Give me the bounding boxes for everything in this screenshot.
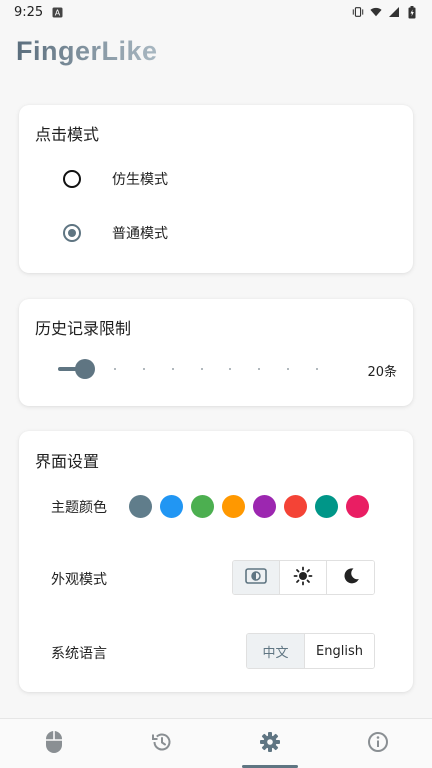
info-icon bbox=[367, 731, 389, 757]
nav-item-history[interactable] bbox=[108, 719, 216, 768]
language-option-english[interactable]: English bbox=[305, 634, 374, 668]
slider-tick bbox=[143, 368, 145, 370]
slider-tick bbox=[229, 368, 231, 370]
app-title: FingerLike bbox=[16, 36, 158, 66]
history-limit-title: 历史记录限制 bbox=[35, 319, 132, 338]
nav-item-settings[interactable] bbox=[216, 719, 324, 768]
ui-settings-title: 界面设置 bbox=[35, 452, 100, 471]
radio-label-bionic: 仿生模式 bbox=[112, 172, 168, 188]
theme-color-swatches bbox=[129, 495, 369, 518]
slider-tick bbox=[258, 368, 260, 370]
battery-icon bbox=[406, 5, 418, 18]
click-mode-title: 点击模式 bbox=[35, 125, 100, 144]
radio-label-normal: 普通模式 bbox=[112, 226, 168, 242]
theme-color-swatch[interactable] bbox=[160, 495, 183, 518]
ui-settings-card: 界面设置 主题颜色 外观模式 系统语言 中文 English bbox=[19, 431, 413, 692]
theme-color-swatch[interactable] bbox=[346, 495, 369, 518]
signal-icon bbox=[388, 6, 400, 18]
status-right bbox=[352, 5, 418, 18]
notification-a-icon: A bbox=[51, 6, 63, 18]
history-limit-value: 20条 bbox=[367, 365, 397, 380]
radio-option-normal[interactable]: 普通模式 bbox=[19, 213, 413, 253]
theme-color-swatch[interactable] bbox=[284, 495, 307, 518]
wifi-icon bbox=[370, 6, 382, 18]
status-bar: 9:25 A bbox=[0, 0, 432, 24]
language-toggle: 中文 English bbox=[246, 633, 375, 669]
status-left: 9:25 A bbox=[14, 5, 63, 20]
vibrate-icon bbox=[352, 6, 364, 18]
slider-tick bbox=[172, 368, 174, 370]
auto-theme-icon bbox=[245, 567, 267, 588]
settings-icon bbox=[259, 731, 281, 757]
appearance-mode-label: 外观模式 bbox=[51, 572, 107, 588]
history-icon bbox=[151, 731, 173, 757]
radio-option-bionic[interactable]: 仿生模式 bbox=[19, 159, 413, 199]
slider-tick bbox=[316, 368, 318, 370]
history-limit-card: 历史记录限制 20条 bbox=[19, 299, 413, 406]
slider-tick bbox=[114, 368, 116, 370]
theme-color-swatch[interactable] bbox=[191, 495, 214, 518]
appearance-mode-toggle bbox=[232, 560, 375, 595]
theme-color-label: 主题颜色 bbox=[51, 500, 107, 516]
radio-button[interactable] bbox=[63, 224, 81, 242]
light-mode-icon bbox=[293, 566, 313, 590]
light-mode-button[interactable] bbox=[280, 561, 327, 594]
mouse-icon bbox=[45, 730, 63, 758]
dark-mode-icon bbox=[341, 566, 361, 590]
theme-color-swatch[interactable] bbox=[222, 495, 245, 518]
history-limit-slider[interactable] bbox=[58, 359, 328, 379]
theme-color-swatch[interactable] bbox=[253, 495, 276, 518]
svg-text:A: A bbox=[54, 8, 60, 17]
theme-color-swatch[interactable] bbox=[129, 495, 152, 518]
bottom-navigation bbox=[0, 718, 432, 768]
slider-thumb[interactable] bbox=[75, 359, 95, 379]
slider-tick bbox=[201, 368, 203, 370]
click-mode-card: 点击模式 仿生模式 普通模式 bbox=[19, 105, 413, 273]
auto-theme-button[interactable] bbox=[233, 561, 280, 594]
nav-item-click[interactable] bbox=[0, 719, 108, 768]
status-time: 9:25 bbox=[14, 4, 44, 20]
system-language-label: 系统语言 bbox=[51, 646, 107, 662]
dark-mode-button[interactable] bbox=[327, 561, 374, 594]
slider-tick bbox=[287, 368, 289, 370]
nav-item-about[interactable] bbox=[324, 719, 432, 768]
radio-button[interactable] bbox=[63, 170, 81, 188]
language-option-chinese[interactable]: 中文 bbox=[247, 634, 305, 668]
theme-color-swatch[interactable] bbox=[315, 495, 338, 518]
